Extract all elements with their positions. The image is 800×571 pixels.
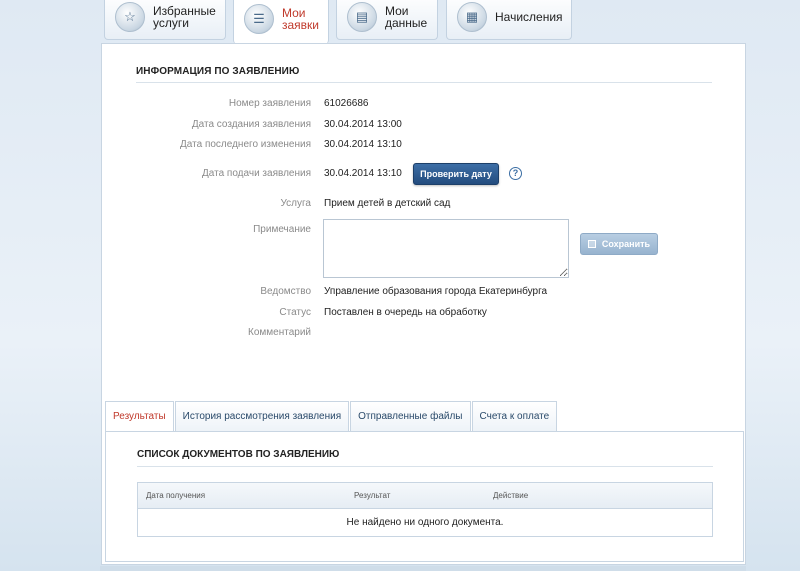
tab-my-applications[interactable]: ☰ Мои заявки — [233, 0, 329, 44]
field-status: Статус Поставлен в очередь на обработку — [102, 307, 747, 323]
field-label: Номер заявления — [228, 98, 311, 109]
field-value: Управление образования города Екатеринбу… — [324, 286, 548, 297]
field-label: Комментарий — [248, 327, 311, 338]
results-tab-content: СПИСОК ДОКУМЕНТОВ ПО ЗАЯВЛЕНИЮ Дата полу… — [105, 431, 744, 562]
field-number: Номер заявления 61026686 — [102, 98, 747, 114]
field-agency: Ведомство Управление образования города … — [102, 286, 747, 302]
field-label: Дата последнего изменения — [180, 139, 311, 150]
column-header-date: Дата получения — [146, 491, 206, 500]
tab-label: Начисления — [495, 9, 563, 24]
floppy-disk-icon — [587, 240, 596, 248]
column-header-result: Результат — [354, 491, 391, 500]
tab-sent-files[interactable]: Отправленные файлы — [350, 401, 471, 431]
field-modified: Дата последнего изменения 30.04.2014 13:… — [102, 139, 747, 155]
tab-favorite-services[interactable]: ☆ Избранные услуги — [104, 0, 226, 40]
tab-results[interactable]: Результаты — [105, 401, 174, 431]
save-button[interactable]: Сохранить — [580, 233, 658, 255]
field-value: 30.04.2014 13:00 — [324, 119, 402, 130]
tab-label: Мои заявки — [282, 6, 320, 32]
application-panel: ИНФОРМАЦИЯ ПО ЗАЯВЛЕНИЮ Номер заявления … — [101, 43, 746, 565]
field-value: Поставлен в очередь на обработку — [324, 307, 487, 318]
tab-label: Избранные услуги — [153, 3, 216, 30]
field-created: Дата создания заявления 30.04.2014 13:00 — [102, 119, 747, 135]
field-value: 61026686 — [324, 98, 369, 109]
field-comment: Комментарий — [102, 327, 747, 343]
column-header-action: Действие — [493, 491, 529, 500]
tab-label: Мои данные — [385, 3, 428, 30]
note-textarea[interactable] — [323, 219, 569, 278]
documents-table: Дата получения Результат Действие Не най… — [137, 482, 713, 537]
tab-charges[interactable]: ▦ Начисления — [446, 0, 572, 40]
field-label: Примечание — [253, 224, 311, 235]
applications-icon: ☰ — [244, 4, 274, 34]
panel-footer-shadow — [100, 566, 746, 571]
field-value: Прием детей в детский сад — [324, 198, 451, 209]
field-label: Дата подачи заявления — [202, 168, 311, 179]
empty-table-message: Не найдено ни одного документа. — [346, 517, 504, 528]
field-service: Услуга Прием детей в детский сад — [102, 198, 747, 214]
field-label: Статус — [279, 307, 311, 318]
tab-my-data[interactable]: ▤ Мои данные — [336, 0, 438, 40]
field-label: Услуга — [280, 198, 311, 209]
tab-invoices[interactable]: Счета к оплате — [471, 401, 558, 431]
help-icon[interactable]: ? — [509, 167, 522, 180]
field-label: Ведомство — [260, 286, 311, 297]
tab-review-history[interactable]: История рассмотрения заявления — [174, 401, 350, 431]
my-data-icon: ▤ — [347, 1, 377, 32]
documents-title: СПИСОК ДОКУМЕНТОВ ПО ЗАЯВЛЕНИЮ — [137, 449, 713, 467]
save-button-label: Сохранить — [601, 239, 651, 249]
field-value: 30.04.2014 13:10 — [324, 139, 402, 150]
table-header: Дата получения Результат Действие — [138, 483, 712, 509]
check-date-button[interactable]: Проверить дату — [413, 163, 499, 185]
field-label: Дата создания заявления — [191, 119, 311, 130]
result-tabs: Результаты История рассмотрения заявлени… — [105, 401, 558, 431]
section-title: ИНФОРМАЦИЯ ПО ЗАЯВЛЕНИЮ — [136, 66, 712, 83]
field-value: 30.04.2014 13:10 — [324, 168, 402, 179]
charges-icon: ▦ — [457, 1, 487, 32]
favorites-icon: ☆ — [115, 1, 145, 32]
